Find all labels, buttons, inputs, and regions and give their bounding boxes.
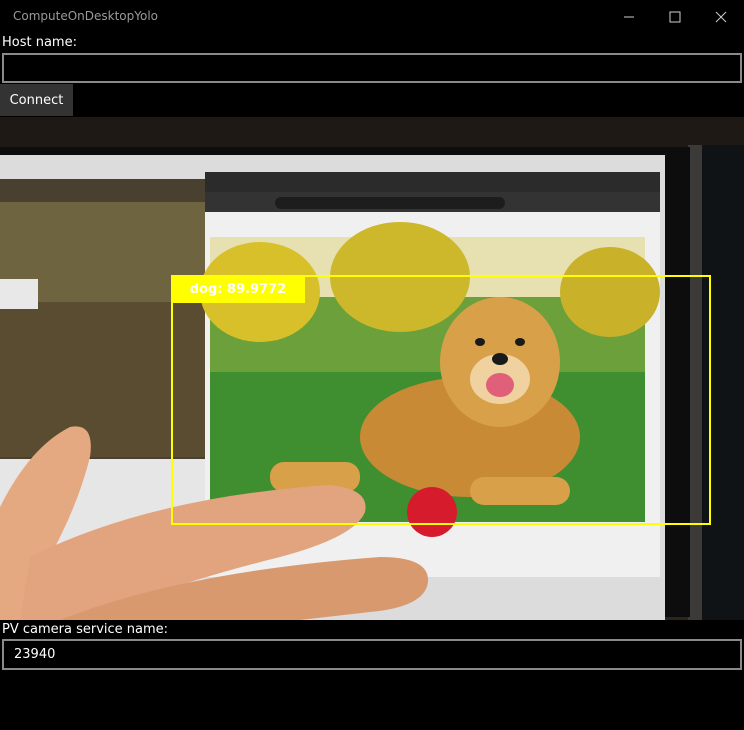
bottom-strip (0, 718, 744, 730)
maximize-button[interactable] (652, 0, 698, 33)
close-icon (715, 11, 727, 22)
window-title: ComputeOnDesktopYolo (13, 9, 159, 23)
maximize-icon (669, 11, 681, 22)
title-bar: ComputeOnDesktopYolo (0, 0, 744, 33)
close-button[interactable] (698, 0, 744, 33)
camera-feed: dog: 89.9772 (0, 117, 744, 620)
pv-camera-label: PV camera service name: (2, 622, 169, 637)
minimize-icon (624, 16, 634, 17)
host-name-label: Host name: (2, 35, 77, 50)
detection-box (171, 275, 711, 525)
minimize-button[interactable] (606, 0, 652, 33)
detection-label: dog: 89.9772 (171, 275, 305, 303)
pv-camera-input[interactable]: 23940 (2, 639, 742, 670)
host-name-input[interactable] (2, 53, 742, 83)
connect-button[interactable]: Connect (0, 84, 73, 116)
pv-camera-value: 23940 (14, 647, 56, 662)
